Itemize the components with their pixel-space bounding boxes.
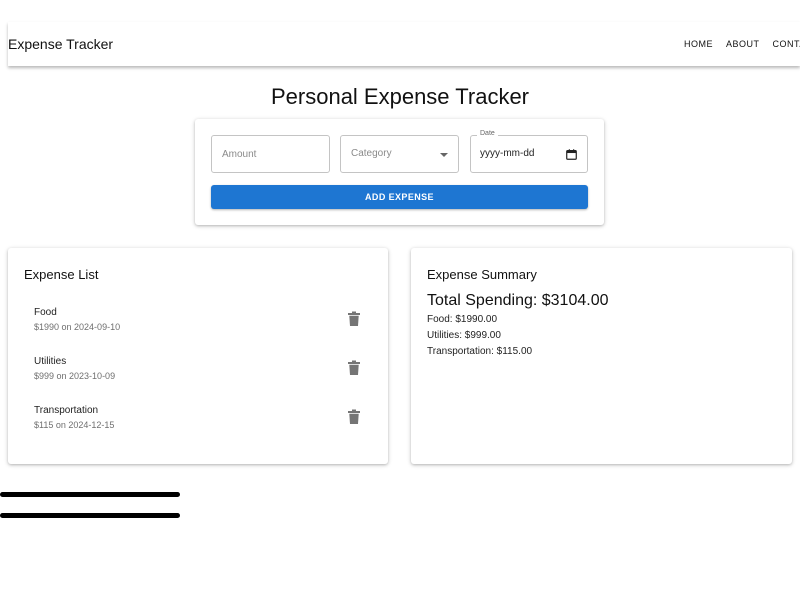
- expense-detail: $1990 on 2024-09-10: [34, 322, 121, 332]
- decorative-stroke: [0, 513, 180, 518]
- expense-form: Category Date yyyy-mm-dd ADD EXPENSE: [195, 119, 604, 225]
- amount-input[interactable]: [212, 136, 329, 172]
- add-expense-button[interactable]: ADD EXPENSE: [211, 185, 588, 209]
- summary-line-utilities: Utilities: $999.00: [427, 330, 501, 341]
- expense-detail: $115 on 2024-12-15: [34, 420, 115, 430]
- expense-summary-title: Expense Summary: [427, 267, 537, 282]
- trash-icon[interactable]: [347, 311, 361, 327]
- date-field[interactable]: Date yyyy-mm-dd: [470, 130, 588, 173]
- trash-icon[interactable]: [347, 360, 361, 376]
- summary-line-food: Food: $1990.00: [427, 314, 498, 325]
- decorative-stroke: [0, 492, 180, 497]
- list-item: Utilities $999 on 2023-10-09: [34, 356, 374, 390]
- expense-list-card: Expense List Food $1990 on 2024-09-10 Ut…: [8, 248, 388, 464]
- trash-icon[interactable]: [347, 409, 361, 425]
- amount-field: [211, 135, 330, 173]
- total-spending: Total Spending: $3104.00: [427, 292, 609, 309]
- nav-home[interactable]: HOME: [684, 39, 713, 49]
- page-title: Personal Expense Tracker: [270, 84, 530, 109]
- category-select[interactable]: Category: [340, 135, 459, 173]
- expense-name: Utilities: [34, 356, 67, 367]
- chevron-down-icon: [440, 153, 448, 157]
- calendar-icon[interactable]: [566, 149, 577, 160]
- nav-contact[interactable]: CONTACT: [773, 39, 800, 49]
- list-item: Transportation $115 on 2024-12-15: [34, 405, 374, 439]
- expense-name: Transportation: [34, 405, 99, 416]
- summary-line-transportation: Transportation: $115.00: [427, 346, 533, 357]
- nav-about[interactable]: ABOUT: [726, 39, 760, 49]
- list-item: Food $1990 on 2024-09-10: [34, 307, 374, 341]
- top-nav: HOME ABOUT CONTACT: [684, 39, 800, 49]
- date-label: Date: [477, 130, 498, 137]
- expense-name: Food: [34, 307, 57, 318]
- app-bar: Expense Tracker HOME ABOUT CONTACT: [8, 22, 800, 66]
- date-input-value: yyyy-mm-dd: [480, 148, 535, 159]
- expense-summary-card: Expense Summary Total Spending: $3104.00…: [411, 248, 792, 464]
- expense-list-title: Expense List: [24, 267, 99, 282]
- category-select-value: Category: [351, 148, 392, 159]
- app-brand: Expense Tracker: [8, 36, 114, 52]
- expense-detail: $999 on 2023-10-09: [34, 371, 116, 381]
